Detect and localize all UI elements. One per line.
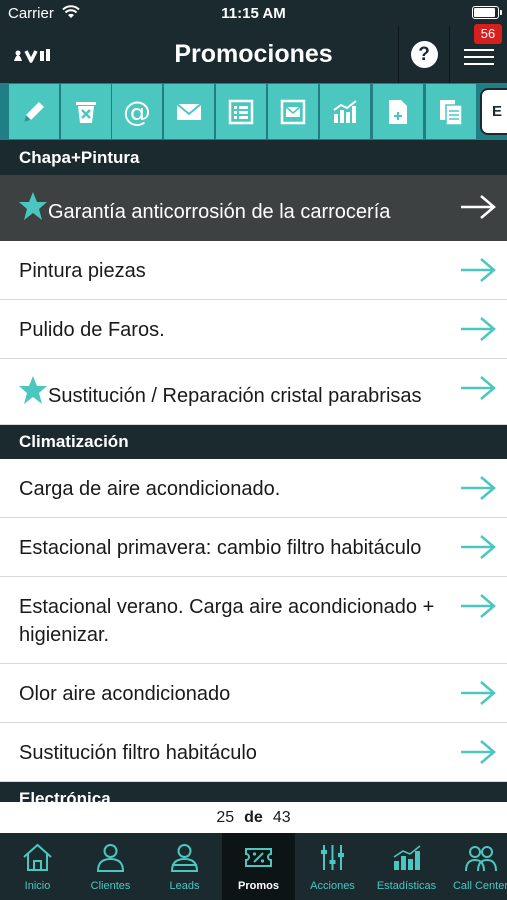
sliders-icon [321,845,344,870]
list-item[interactable]: Olor aire acondicionado [0,664,507,723]
email-address-button[interactable]: @ [112,84,162,139]
list-item[interactable]: Carga de aire acondicionado. [0,459,507,518]
arrow-right-icon [461,594,496,618]
menu-button[interactable]: 56 [451,24,507,83]
star-icon [19,376,47,404]
home-icon [23,843,52,871]
pencil-icon [24,101,44,122]
copy-document-icon [440,99,463,126]
notification-badge: 56 [474,24,502,44]
arrow-right-icon [461,535,496,559]
list-item[interactable]: Estacional verano. Carga aire acondicion… [0,577,507,664]
battery-icon [472,6,502,19]
list-item-label: Estacional primavera: cambio filtro habi… [19,537,422,559]
arrow-right-icon [461,376,496,400]
call-center-icon [465,846,497,872]
tab-label: Leads [169,880,200,892]
tab-promos[interactable]: Promos [222,833,295,900]
page-separator: de [244,809,263,826]
arrow-right-icon [461,740,496,764]
arrow-right-icon [461,681,496,705]
list-item-label: Pulido de Faros. [19,319,165,341]
mail-icon [280,99,306,124]
action-toolbar: @ E [0,83,507,140]
list-item-label: Garantía anticorrosión de la carrocería [48,201,391,223]
discount-tag-icon [245,848,272,867]
list-item[interactable]: Estacional primavera: cambio filtro habi… [0,518,507,577]
list-item-label: Carga de aire acondicionado. [19,478,281,500]
tab-inicio[interactable]: Inicio [1,833,74,900]
tab-label: Acciones [310,880,355,892]
pagination: 25 de 43 [0,802,507,833]
hamburger-icon [464,45,494,65]
total-pages: 43 [272,809,291,826]
list-item-label: Sustitución filtro habitáculo [19,742,257,764]
statistics-icon [393,845,421,870]
tab-label: Clientes [90,880,131,892]
current-page: 25 [216,809,235,826]
svg-text:@: @ [123,96,151,128]
status-bar: Carrier 11:15 AM [0,0,507,26]
list-icon [228,99,254,124]
list-item[interactable]: Pulido de Faros. [0,300,507,359]
help-icon: ? [410,41,438,68]
list-item[interactable]: Pintura piezas [0,241,507,300]
clock: 11:15 AM [221,5,286,22]
delete-button[interactable] [61,84,111,139]
list-item[interactable]: Sustitución filtro habitáculo [0,723,507,782]
tab-label: Promos [238,880,279,892]
list-item[interactable]: Sustitución / Reparación cristal parabri… [0,359,507,425]
send-email-button[interactable] [164,84,214,139]
list-item-label: Olor aire acondicionado [19,683,231,705]
section-header: Electrónica [0,782,507,802]
list-item-label: Pintura piezas [19,260,146,282]
copy-document-button[interactable] [426,84,476,139]
mail-button[interactable] [268,84,318,139]
star-icon [19,192,47,220]
help-button[interactable]: ? [398,26,450,83]
lead-user-icon [170,844,199,872]
bar-chart-icon [333,99,357,123]
promotions-list: Chapa+Pintura Garantía anticorrosión de … [0,140,507,802]
at-sign-icon: @ [123,96,151,128]
tab-label: Estadísticas [376,880,437,892]
tab-label: Call Center [452,880,507,892]
arrow-right-icon [461,476,496,500]
tab-bar: Inicio Clientes Leads Promos Acciones Es… [0,833,507,900]
arrow-right-icon [461,258,496,282]
user-icon [96,844,125,872]
new-document-button[interactable] [373,84,423,139]
tab-acciones[interactable]: Acciones [296,833,369,900]
arrow-right-icon [461,195,496,219]
list-item-label: Estacional verano. Carga aire acondicion… [19,596,435,646]
trash-icon [76,101,96,123]
section-header: Climatización [0,425,507,459]
tab-call-center[interactable]: Call Center [444,833,507,900]
tab-label: Inicio [24,880,51,892]
tab-leads[interactable]: Leads [148,833,221,900]
envelope-icon [176,102,202,120]
edit-button[interactable] [9,84,59,139]
statistics-button[interactable] [320,84,370,139]
arrow-right-icon [461,317,496,341]
new-document-icon [389,99,407,124]
list-button[interactable] [216,84,266,139]
tab-estadisticas[interactable]: Estadísticas [370,833,443,900]
brand-logo [14,49,50,63]
tab-clientes[interactable]: Clientes [74,833,147,900]
more-tools-button[interactable]: E [480,88,507,135]
list-item[interactable]: Garantía anticorrosión de la carrocería [0,175,507,241]
list-item-label: Sustitución / Reparación cristal parabri… [48,385,422,407]
section-header: Chapa+Pintura [0,140,507,175]
navigation-bar: Promociones ? 56 [0,24,507,83]
